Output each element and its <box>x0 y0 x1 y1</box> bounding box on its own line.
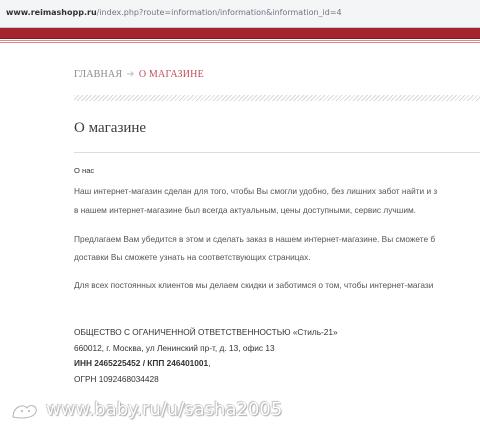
baby-ru-logo-icon <box>12 404 37 419</box>
watermark-text: www.baby.ru/u/sasha2005 <box>46 399 283 420</box>
page-title: О магазине <box>74 120 147 136</box>
header-stripe <box>0 40 480 41</box>
url-text[interactable]: www.reimashopp.ru/index.php?route=inform… <box>6 8 342 17</box>
url-path: /index.php?route=information/information… <box>96 8 342 17</box>
paragraph-2-line-1: Предлагаем Вам убедится в этом и сделать… <box>74 234 436 244</box>
company-address: 660012, г. Москва, ул Ленинский пр-т, д.… <box>74 343 275 353</box>
paragraph-2-line-2: доставки Вы сможете узнать на соответств… <box>74 252 311 262</box>
breadcrumb: ГЛАВНАЯ ➜ О МАГАЗИНЕ <box>74 69 204 80</box>
arrow-right-icon: ➜ <box>126 69 135 80</box>
paragraph-1-line-1: Наш интернет-магазин сделан для того, чт… <box>74 186 438 196</box>
company-inn-kpp-line: ИНН 2465225452 / КПП 246401001, <box>74 358 210 368</box>
company-ogrn: ОГРН 1092468034428 <box>74 374 159 384</box>
company-inn-kpp-suffix: , <box>208 358 211 368</box>
breadcrumb-current[interactable]: О МАГАЗИНЕ <box>139 69 204 80</box>
url-domain: www.reimashopp.ru <box>6 8 97 17</box>
breadcrumb-home-link[interactable]: ГЛАВНАЯ <box>74 69 122 80</box>
company-name: ОБЩЕСТВО С ОГАНИЧЕННОЙ ОТВЕТСТВЕННОСТЬЮ … <box>74 327 338 337</box>
paragraph-1-line-2: в нашем интернет-магазине был всегда акт… <box>74 205 416 215</box>
title-divider <box>74 152 480 153</box>
site-header-band <box>0 28 480 39</box>
address-bar[interactable]: www.reimashopp.ru/index.php?route=inform… <box>0 0 480 28</box>
header-stripe-2 <box>0 42 480 43</box>
section-label: О нас <box>74 166 95 175</box>
paragraph-3-line-1: Для всех постоянных клиентов мы делаем с… <box>74 280 434 290</box>
company-inn-kpp: ИНН 2465225452 / КПП 246401001 <box>74 358 209 368</box>
hatch-divider <box>74 95 480 101</box>
